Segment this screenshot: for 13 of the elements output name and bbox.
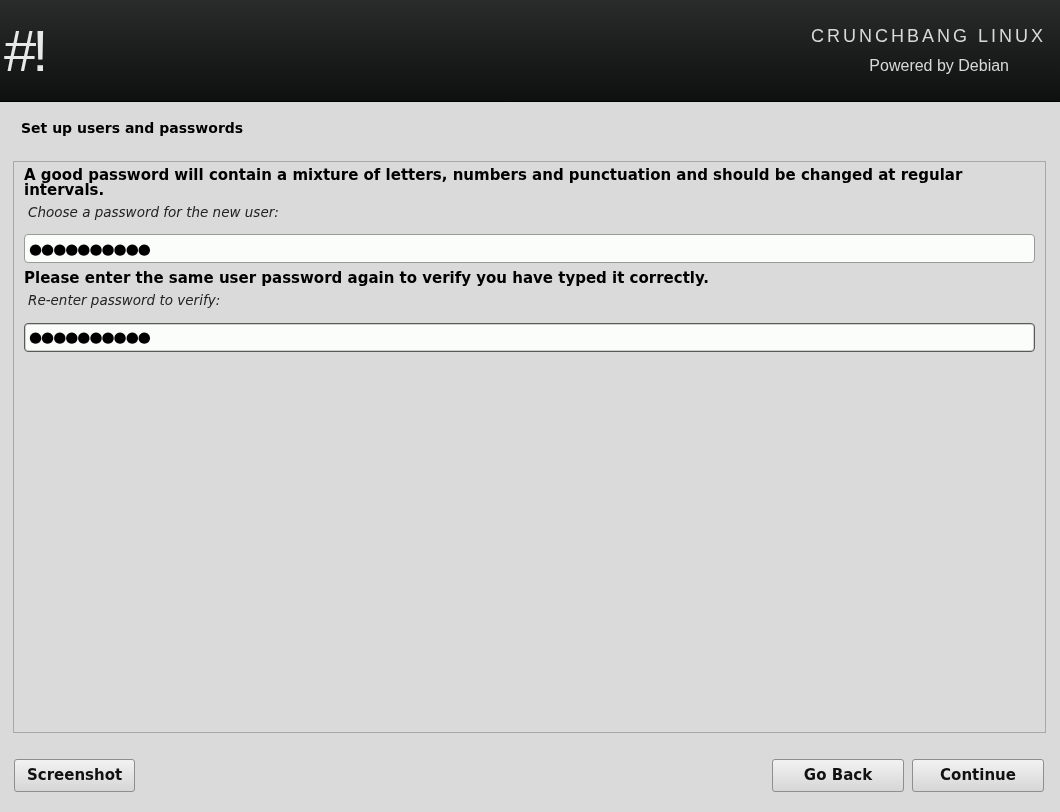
password-field[interactable]: ●●●●●●●●●● bbox=[24, 322, 1035, 352]
header-title: CRUNCHBANG LINUX bbox=[810, 25, 1046, 48]
page-title: Set up users and passwords bbox=[21, 120, 244, 136]
screenshot-button[interactable]: Screenshot bbox=[14, 759, 136, 792]
back-button[interactable]: Go Back bbox=[772, 759, 904, 792]
continue-button[interactable]: Continue bbox=[912, 759, 1044, 792]
logo: #! bbox=[4, 21, 45, 80]
password-field[interactable]: ●●●●●●●●●● bbox=[24, 234, 1035, 264]
header-subtitle: Powered by Debian bbox=[869, 56, 1009, 76]
description-text: Please enter the same user password again to verify you have typed it correctly. bbox=[24, 271, 711, 287]
description-text: A good password will contain a mixture of letters, numbers and punctuation and should be changed at regular intervals. bbox=[24, 168, 964, 198]
prompt-label: Re-enter password to verify: bbox=[28, 291, 222, 311]
prompt-label: Choose a password for the new user: bbox=[28, 203, 280, 222]
